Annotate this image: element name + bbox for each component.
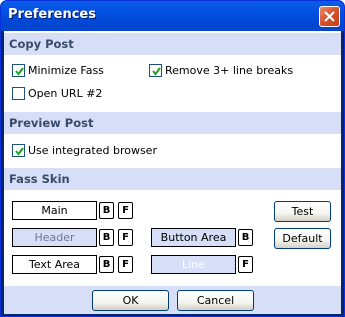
- header-fore-button[interactable]: F: [118, 229, 133, 246]
- title-bar[interactable]: Preferences: [1, 1, 344, 31]
- section-preview-post: Preview Post: [4, 112, 341, 134]
- open-url-label: Open URL #2: [28, 87, 103, 100]
- open-url-checkbox[interactable]: [12, 87, 25, 100]
- main-back-button[interactable]: B: [99, 202, 114, 219]
- close-icon: [324, 11, 335, 22]
- button-bar: [4, 286, 341, 314]
- text-area-color-box[interactable]: Text Area: [12, 255, 97, 274]
- checkmark-icon: [15, 67, 24, 76]
- remove-line-breaks-option[interactable]: Remove 3+ line breaks: [149, 64, 293, 77]
- close-button[interactable]: [319, 6, 340, 27]
- section-copy-post: Copy Post: [4, 33, 341, 55]
- header-back-button[interactable]: B: [99, 229, 114, 246]
- minimize-fass-option[interactable]: Minimize Fass: [12, 64, 104, 77]
- preferences-window: Preferences Copy Post Minimize Fass Remo…: [0, 0, 345, 317]
- section-fass-skin: Fass Skin: [4, 168, 341, 190]
- header-color-box[interactable]: Header: [12, 228, 97, 247]
- window-title: Preferences: [8, 7, 96, 22]
- button-area-back-button[interactable]: B: [238, 229, 253, 246]
- open-url-option[interactable]: Open URL #2: [12, 87, 102, 100]
- text-area-back-button[interactable]: B: [99, 256, 114, 273]
- button-area-color-box[interactable]: Button Area: [151, 228, 236, 247]
- dialog-body: Copy Post Minimize Fass Remove 3+ line b…: [4, 31, 341, 314]
- main-color-box[interactable]: Main: [12, 201, 97, 220]
- minimize-fass-checkbox[interactable]: [12, 64, 25, 77]
- minimize-fass-label: Minimize Fass: [28, 64, 104, 77]
- test-button[interactable]: Test: [274, 201, 331, 222]
- default-button[interactable]: Default: [274, 228, 331, 249]
- text-area-fore-button[interactable]: F: [118, 256, 133, 273]
- main-fore-button[interactable]: F: [118, 202, 133, 219]
- checkmark-icon: [15, 147, 24, 156]
- line-color-box[interactable]: Line: [151, 255, 236, 274]
- remove-line-breaks-checkbox[interactable]: [149, 64, 162, 77]
- line-fore-button[interactable]: F: [238, 256, 253, 273]
- integrated-browser-label: Use integrated browser: [28, 144, 157, 157]
- integrated-browser-option[interactable]: Use integrated browser: [12, 144, 157, 157]
- cancel-button[interactable]: Cancel: [177, 290, 254, 311]
- remove-line-breaks-label: Remove 3+ line breaks: [165, 64, 294, 77]
- ok-button[interactable]: OK: [92, 290, 169, 311]
- checkmark-icon: [152, 67, 161, 76]
- integrated-browser-checkbox[interactable]: [12, 144, 25, 157]
